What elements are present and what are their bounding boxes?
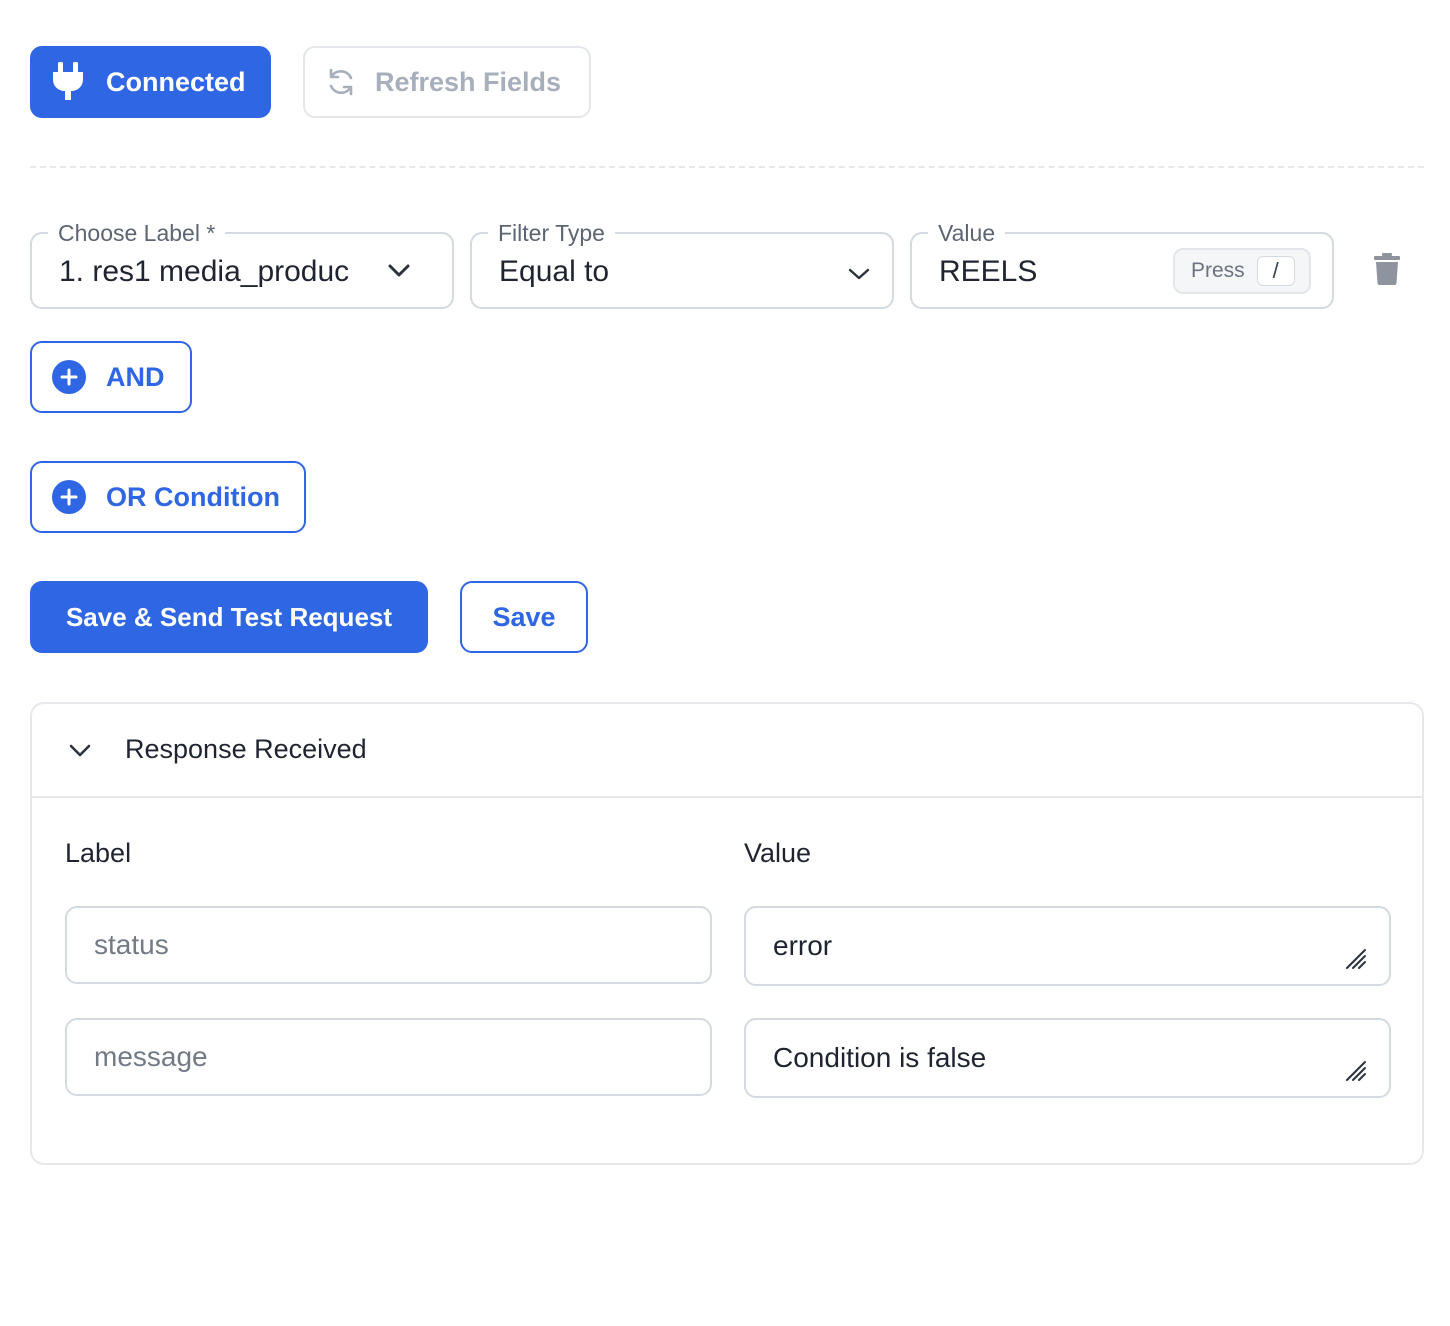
resize-handle-icon[interactable] — [1345, 948, 1367, 970]
value-legend: Value — [928, 218, 1006, 248]
refresh-icon — [329, 68, 353, 96]
value-column-header: Value — [744, 838, 812, 868]
filter-type-legend: Filter Type — [488, 218, 615, 248]
save-and-send-label: Save & Send Test Request — [65, 601, 393, 632]
slash-key: / — [1256, 256, 1295, 286]
choose-label-legend: Choose Label * — [48, 218, 226, 248]
resize-handle-icon[interactable] — [1345, 1060, 1367, 1082]
add-or-label: OR Condition — [106, 481, 280, 512]
response-value-text: error — [773, 930, 833, 961]
response-title: Response Received — [125, 734, 367, 764]
press-slash-hint: Press / — [1173, 248, 1311, 294]
value-text: REELS — [939, 255, 1038, 288]
section-divider — [30, 166, 1424, 168]
filter-type-value: Equal to — [499, 255, 610, 288]
response-value-textarea[interactable]: Condition is false — [744, 1018, 1391, 1098]
add-and-button[interactable]: AND — [30, 341, 192, 413]
chevron-down-icon — [848, 268, 870, 280]
plug-icon — [53, 62, 83, 100]
chevron-down-icon[interactable] — [68, 742, 92, 760]
plus-circle-icon — [52, 480, 86, 514]
value-input[interactable]: Value REELS Press / — [910, 218, 1334, 309]
response-panel: Response Received Label Value status err… — [30, 702, 1424, 1165]
response-label-field[interactable]: status — [65, 906, 712, 984]
save-and-send-test-button[interactable]: Save & Send Test Request — [30, 581, 428, 653]
response-value-text: Condition is false — [773, 1042, 987, 1073]
response-label-field[interactable]: message — [65, 1018, 712, 1096]
label-column-header: Label — [65, 838, 132, 868]
connected-label: Connected — [106, 66, 246, 97]
refresh-fields-button[interactable]: Refresh Fields — [303, 46, 591, 118]
choose-label-value: 1. res1 media_product_type — [59, 255, 349, 288]
response-panel-header[interactable]: Response Received — [32, 704, 1422, 798]
filter-type-select[interactable]: Filter Type Equal to — [470, 218, 894, 309]
add-or-condition-button[interactable]: OR Condition — [30, 461, 306, 533]
response-label-text: status — [94, 929, 169, 960]
trash-icon[interactable] — [1374, 253, 1400, 285]
connected-button[interactable]: Connected — [30, 46, 271, 118]
plus-circle-icon — [52, 360, 86, 394]
save-label: Save — [492, 601, 556, 632]
save-button[interactable]: Save — [460, 581, 588, 653]
chevron-down-icon — [388, 264, 410, 277]
choose-label-select[interactable]: Choose Label * 1. res1 media_product_typ… — [30, 218, 454, 309]
add-and-label: AND — [106, 361, 165, 392]
refresh-fields-label: Refresh Fields — [375, 66, 562, 97]
response-label-text: message — [94, 1041, 208, 1072]
response-value-textarea[interactable]: error — [744, 906, 1391, 986]
press-hint-label: Press — [1191, 259, 1245, 282]
